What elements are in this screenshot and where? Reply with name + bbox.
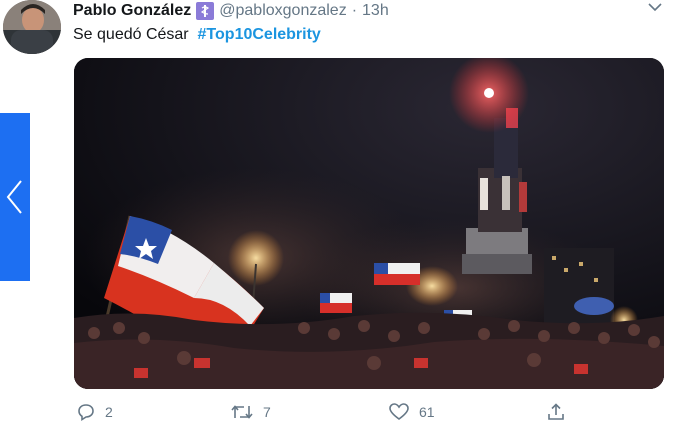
tweet-actions: 2 7 61 [0,400,675,430]
timestamp[interactable]: 13h [362,1,389,21]
chevron-left-icon [6,180,22,214]
avatar[interactable] [3,0,61,54]
retweet-button[interactable]: 7 [230,402,271,422]
share-button[interactable] [546,402,566,422]
tweet-header: Pablo González @pabloxgonzalez · 13h [73,0,389,22]
separator-dot: · [351,2,358,19]
share-icon [548,403,564,420]
medical-staff-icon [196,2,215,20]
reply-count: 2 [105,404,113,420]
like-count: 61 [419,404,435,420]
hashtag-link[interactable]: #Top10Celebrity [198,26,321,43]
reply-button[interactable]: 2 [76,402,113,422]
retweet-count: 7 [263,404,271,420]
tweet-body: Se quedó César [73,26,189,43]
user-handle[interactable]: @pabloxgonzalez [219,1,346,21]
heart-icon [389,403,409,420]
chevron-down-icon [648,3,662,12]
tweet-text: Se quedó César #Top10Celebrity [73,25,321,45]
reply-icon [78,404,94,421]
display-name[interactable]: Pablo González [73,1,191,21]
retweet-icon [231,405,253,419]
crowd-flags-photo [74,58,664,389]
avatar-photo [3,0,61,54]
more-options-button[interactable] [646,0,664,14]
previous-arrow-button[interactable] [0,113,30,281]
like-button[interactable]: 61 [388,402,435,422]
tweet-media-image[interactable] [74,58,664,389]
